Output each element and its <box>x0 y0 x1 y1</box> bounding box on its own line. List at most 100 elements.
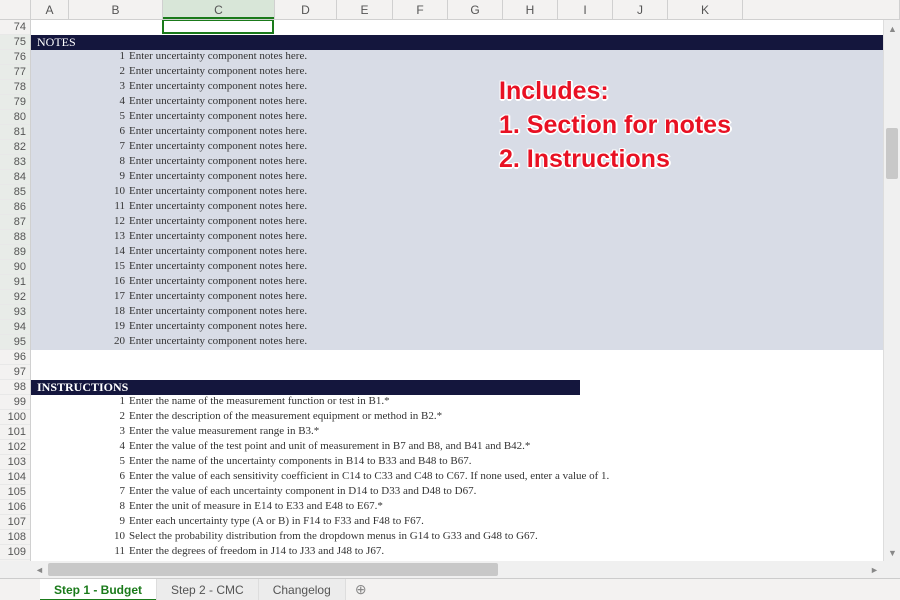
row-header-97[interactable]: 97 <box>0 365 30 380</box>
column-header-C[interactable]: C <box>163 0 275 19</box>
row-header-76[interactable]: 76 <box>0 50 30 65</box>
notes-item-text[interactable]: Enter uncertainty component notes here. <box>129 230 307 245</box>
notes-item-text[interactable]: Enter uncertainty component notes here. <box>129 65 307 80</box>
column-header-E[interactable]: E <box>337 0 393 19</box>
notes-item-number: 19 <box>31 320 129 335</box>
notes-item-text[interactable]: Enter uncertainty component notes here. <box>129 140 307 155</box>
row-header-83[interactable]: 83 <box>0 155 30 170</box>
notes-item-number: 7 <box>31 140 129 155</box>
column-header-K[interactable]: K <box>668 0 743 19</box>
row-header-75[interactable]: 75 <box>0 35 30 50</box>
notes-item-text[interactable]: Enter uncertainty component notes here. <box>129 125 307 140</box>
row-header-107[interactable]: 107 <box>0 515 30 530</box>
row-header-89[interactable]: 89 <box>0 245 30 260</box>
row-header-106[interactable]: 106 <box>0 500 30 515</box>
notes-item-text[interactable]: Enter uncertainty component notes here. <box>129 320 307 335</box>
row-header-105[interactable]: 105 <box>0 485 30 500</box>
instructions-row: 8Enter the unit of measure in E14 to E33… <box>31 500 883 515</box>
row-header-82[interactable]: 82 <box>0 140 30 155</box>
notes-item-text[interactable]: Enter uncertainty component notes here. <box>129 305 307 320</box>
annotation-line: 1. Section for notes <box>499 108 731 142</box>
sheet-tab[interactable]: Step 1 - Budget <box>40 579 157 600</box>
column-header-G[interactable]: G <box>448 0 503 19</box>
row-header-93[interactable]: 93 <box>0 305 30 320</box>
notes-item-text[interactable]: Enter uncertainty component notes here. <box>129 335 307 350</box>
vertical-scrollbar[interactable]: ▲ ▼ <box>883 20 900 561</box>
horizontal-scrollbar[interactable]: ◄ ► <box>31 561 883 578</box>
row-header-99[interactable]: 99 <box>0 395 30 410</box>
notes-item-text[interactable]: Enter uncertainty component notes here. <box>129 110 307 125</box>
notes-item-text[interactable]: Enter uncertainty component notes here. <box>129 185 307 200</box>
row-header-74[interactable]: 74 <box>0 20 30 35</box>
notes-item-text[interactable]: Enter uncertainty component notes here. <box>129 80 307 95</box>
worksheet-grid[interactable]: NOTES1Enter uncertainty component notes … <box>31 20 883 561</box>
notes-item-number: 17 <box>31 290 129 305</box>
notes-row: 4Enter uncertainty component notes here. <box>31 95 883 110</box>
notes-row: 2Enter uncertainty component notes here. <box>31 65 883 80</box>
add-sheet-button[interactable]: ⊕ <box>346 581 376 598</box>
row-header-94[interactable]: 94 <box>0 320 30 335</box>
row-header-77[interactable]: 77 <box>0 65 30 80</box>
row-header-79[interactable]: 79 <box>0 95 30 110</box>
row-header-81[interactable]: 81 <box>0 125 30 140</box>
scroll-left-icon[interactable]: ◄ <box>31 561 48 578</box>
column-header-A[interactable]: A <box>31 0 69 19</box>
row-header-104[interactable]: 104 <box>0 470 30 485</box>
row-header-80[interactable]: 80 <box>0 110 30 125</box>
sheet-tab[interactable]: Step 2 - CMC <box>157 579 259 600</box>
hscroll-thumb[interactable] <box>48 563 498 576</box>
annotation-line: 2. Instructions <box>499 142 731 176</box>
notes-item-text[interactable]: Enter uncertainty component notes here. <box>129 275 307 290</box>
scroll-up-icon[interactable]: ▲ <box>884 20 900 37</box>
column-header-B[interactable]: B <box>69 0 163 19</box>
instructions-item-number: 7 <box>31 485 129 500</box>
row-header-92[interactable]: 92 <box>0 290 30 305</box>
row-header-100[interactable]: 100 <box>0 410 30 425</box>
notes-item-number: 14 <box>31 245 129 260</box>
vscroll-track[interactable] <box>884 37 900 544</box>
row-header-91[interactable]: 91 <box>0 275 30 290</box>
row-header-109[interactable]: 109 <box>0 545 30 560</box>
row-header-103[interactable]: 103 <box>0 455 30 470</box>
row-header-98[interactable]: 98 <box>0 380 30 395</box>
column-header-J[interactable]: J <box>613 0 668 19</box>
row-header-108[interactable]: 108 <box>0 530 30 545</box>
row-header-78[interactable]: 78 <box>0 80 30 95</box>
notes-item-number: 10 <box>31 185 129 200</box>
notes-item-text[interactable]: Enter uncertainty component notes here. <box>129 260 307 275</box>
notes-item-text[interactable]: Enter uncertainty component notes here. <box>129 95 307 110</box>
notes-item-text[interactable]: Enter uncertainty component notes here. <box>129 200 307 215</box>
row-header-101[interactable]: 101 <box>0 425 30 440</box>
row-header-87[interactable]: 87 <box>0 215 30 230</box>
row-header-88[interactable]: 88 <box>0 230 30 245</box>
row-header-96[interactable]: 96 <box>0 350 30 365</box>
notes-item-text[interactable]: Enter uncertainty component notes here. <box>129 245 307 260</box>
select-all-cell[interactable] <box>0 0 31 19</box>
row-header-86[interactable]: 86 <box>0 200 30 215</box>
row-header-102[interactable]: 102 <box>0 440 30 455</box>
notes-item-text[interactable]: Enter uncertainty component notes here. <box>129 155 307 170</box>
scroll-right-icon[interactable]: ► <box>866 561 883 578</box>
instructions-item-number: 4 <box>31 440 129 455</box>
hscroll-track[interactable] <box>48 561 866 578</box>
notes-item-text[interactable]: Enter uncertainty component notes here. <box>129 290 307 305</box>
row-header-90[interactable]: 90 <box>0 260 30 275</box>
notes-item-text[interactable]: Enter uncertainty component notes here. <box>129 50 307 65</box>
column-header-I[interactable]: I <box>558 0 613 19</box>
notes-item-text[interactable]: Enter uncertainty component notes here. <box>129 170 307 185</box>
notes-row: 7Enter uncertainty component notes here. <box>31 140 883 155</box>
notes-row: 13Enter uncertainty component notes here… <box>31 230 883 245</box>
row-header-84[interactable]: 84 <box>0 170 30 185</box>
column-header-H[interactable]: H <box>503 0 558 19</box>
row-header-95[interactable]: 95 <box>0 335 30 350</box>
row-header-85[interactable]: 85 <box>0 185 30 200</box>
instructions-item-number: 6 <box>31 470 129 485</box>
column-header-F[interactable]: F <box>393 0 448 19</box>
notes-row: 20Enter uncertainty component notes here… <box>31 335 883 350</box>
scroll-down-icon[interactable]: ▼ <box>884 544 900 561</box>
notes-item-text[interactable]: Enter uncertainty component notes here. <box>129 215 307 230</box>
row-header-110[interactable]: 110 <box>0 560 30 561</box>
column-header-D[interactable]: D <box>275 0 337 19</box>
vscroll-thumb[interactable] <box>886 128 898 179</box>
sheet-tab[interactable]: Changelog <box>259 579 346 600</box>
